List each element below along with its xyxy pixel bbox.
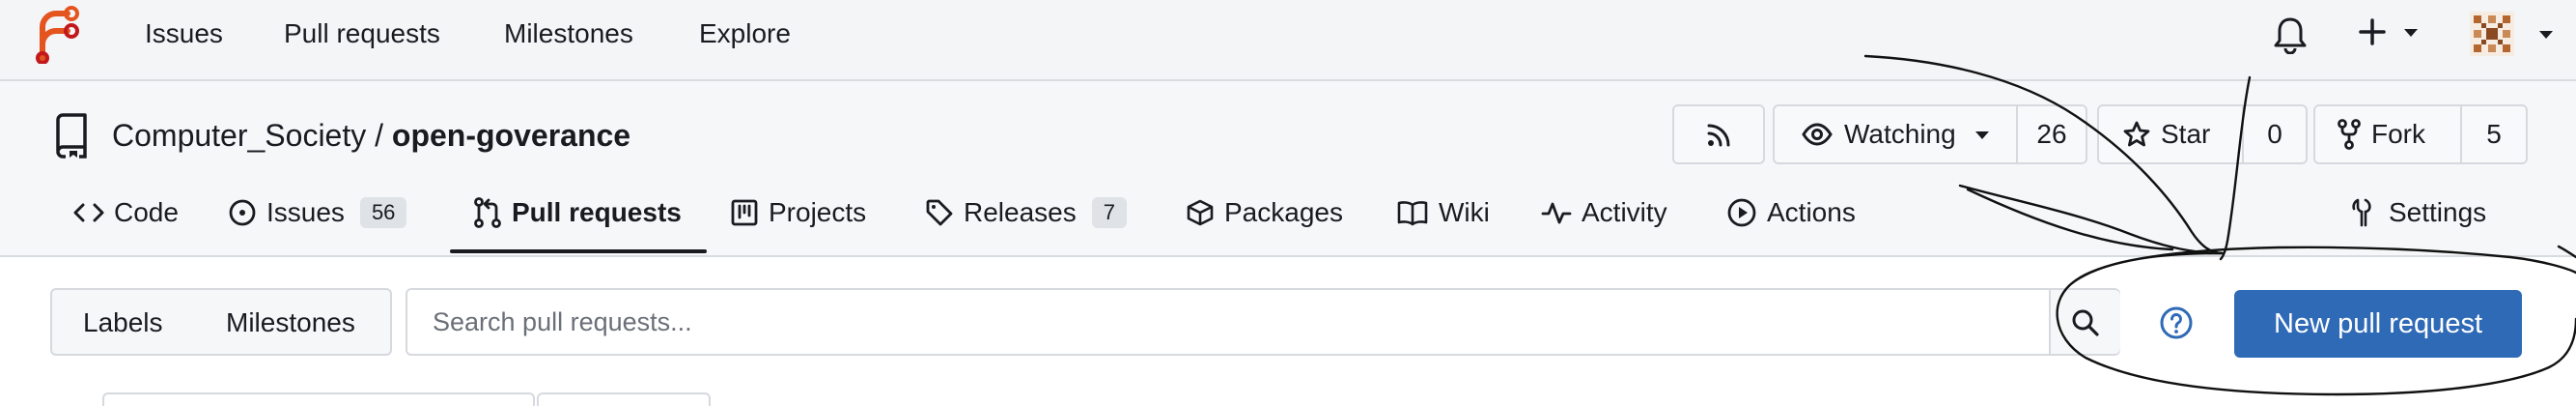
forgejo-logo-icon[interactable]: [29, 4, 83, 64]
filter-menu-partial: [537, 392, 711, 406]
tab-packages[interactable]: Packages: [1186, 191, 1343, 234]
fork-icon: [2338, 119, 2361, 150]
rss-feed-button[interactable]: [1672, 104, 1765, 164]
issues-count-badge: 56: [359, 197, 407, 228]
nav-milestones-link[interactable]: Milestones: [504, 17, 633, 50]
book-icon: [1397, 201, 1428, 226]
watch-label: Watching: [1844, 119, 1956, 149]
fork-button-group: Fork 5: [2313, 104, 2528, 164]
new-pull-request-button[interactable]: New pull request: [2234, 290, 2522, 358]
tab-releases[interactable]: Releases 7: [925, 191, 1127, 234]
tab-pull-requests-label: Pull requests: [512, 197, 682, 227]
plus-icon: [2359, 18, 2386, 45]
tab-actions[interactable]: Actions: [1726, 191, 1856, 234]
search-bar: [406, 288, 2120, 356]
create-menu-button[interactable]: [2356, 14, 2423, 56]
stargazers-count-link[interactable]: 0: [2244, 106, 2306, 162]
tag-icon: [926, 199, 953, 226]
forks-count-link[interactable]: 5: [2462, 106, 2526, 162]
tab-code-label: Code: [114, 197, 179, 227]
search-icon: [2072, 309, 2099, 336]
star-count: 0: [2267, 119, 2282, 149]
repo-header: Computer_Society / open-goverance Watchi…: [0, 81, 2576, 257]
tab-packages-label: Packages: [1224, 197, 1343, 227]
tab-wiki[interactable]: Wiki: [1396, 191, 1490, 234]
eye-icon: [1802, 123, 1833, 146]
code-icon: [73, 203, 104, 222]
star-icon: [2123, 121, 2150, 147]
tab-settings-label: Settings: [2389, 197, 2487, 227]
tab-projects-label: Projects: [769, 197, 867, 227]
tab-issues-label: Issues: [266, 197, 345, 227]
star-label: Star: [2161, 119, 2211, 149]
rss-icon: [1707, 124, 1730, 147]
play-icon: [1727, 198, 1756, 227]
star-button[interactable]: Star: [2099, 106, 2242, 162]
git-pull-request-icon: [474, 197, 501, 228]
tab-pull-requests[interactable]: Pull requests: [473, 191, 682, 234]
nav-issues-link[interactable]: Issues: [145, 17, 223, 50]
pulse-icon: [1541, 202, 1572, 224]
issue-opened-icon: [229, 199, 256, 226]
filter-tabs-partial: [102, 392, 535, 406]
package-icon: [1187, 199, 1214, 226]
search-input[interactable]: [433, 304, 2016, 340]
watchers-count-link[interactable]: 26: [2018, 106, 2086, 162]
watch-count: 26: [2036, 119, 2067, 149]
tab-releases-label: Releases: [964, 197, 1077, 227]
project-icon: [731, 199, 758, 226]
tab-issues[interactable]: Issues 56: [228, 191, 407, 234]
chevron-down-icon: [1975, 131, 1989, 139]
repo-separator: /: [375, 118, 384, 153]
tab-activity-label: Activity: [1582, 197, 1667, 227]
tab-settings[interactable]: Settings: [2350, 191, 2486, 234]
repo-name-link[interactable]: open-goverance: [392, 118, 630, 153]
watch-button[interactable]: Watching: [1775, 106, 2016, 162]
help-icon[interactable]: [2159, 305, 2194, 340]
chevron-down-icon: [2404, 29, 2418, 37]
watch-button-group: Watching 26: [1773, 104, 2087, 164]
tab-actions-label: Actions: [1767, 197, 1856, 227]
user-menu-button[interactable]: [2468, 10, 2559, 58]
repo-icon: [56, 113, 87, 159]
tab-activity[interactable]: Activity: [1541, 191, 1667, 234]
fork-count: 5: [2486, 119, 2502, 149]
bell-icon[interactable]: [2273, 15, 2308, 54]
milestones-button[interactable]: Milestones: [226, 307, 355, 338]
top-navbar: Issues Pull requests Milestones Explore: [0, 0, 2576, 81]
avatar: [2470, 12, 2514, 56]
search-button[interactable]: [2049, 290, 2120, 354]
active-tab-indicator: [450, 249, 707, 253]
labels-milestones-group: Labels Milestones: [50, 288, 392, 356]
fork-button[interactable]: Fork: [2315, 106, 2460, 162]
repo-owner-link[interactable]: Computer_Society: [112, 118, 366, 153]
nav-pull-requests-link[interactable]: Pull requests: [284, 17, 440, 50]
repo-title: Computer_Society / open-goverance: [112, 116, 630, 155]
tab-projects[interactable]: Projects: [730, 191, 866, 234]
nav-explore-link[interactable]: Explore: [699, 17, 791, 50]
releases-count-badge: 7: [1091, 197, 1127, 228]
tab-wiki-label: Wiki: [1439, 197, 1490, 227]
labels-button[interactable]: Labels: [83, 307, 163, 338]
star-button-group: Star 0: [2097, 104, 2308, 164]
fork-label: Fork: [2371, 119, 2425, 149]
tab-code[interactable]: Code: [73, 191, 179, 234]
chevron-down-icon: [2539, 31, 2553, 39]
tools-icon: [2352, 198, 2371, 227]
